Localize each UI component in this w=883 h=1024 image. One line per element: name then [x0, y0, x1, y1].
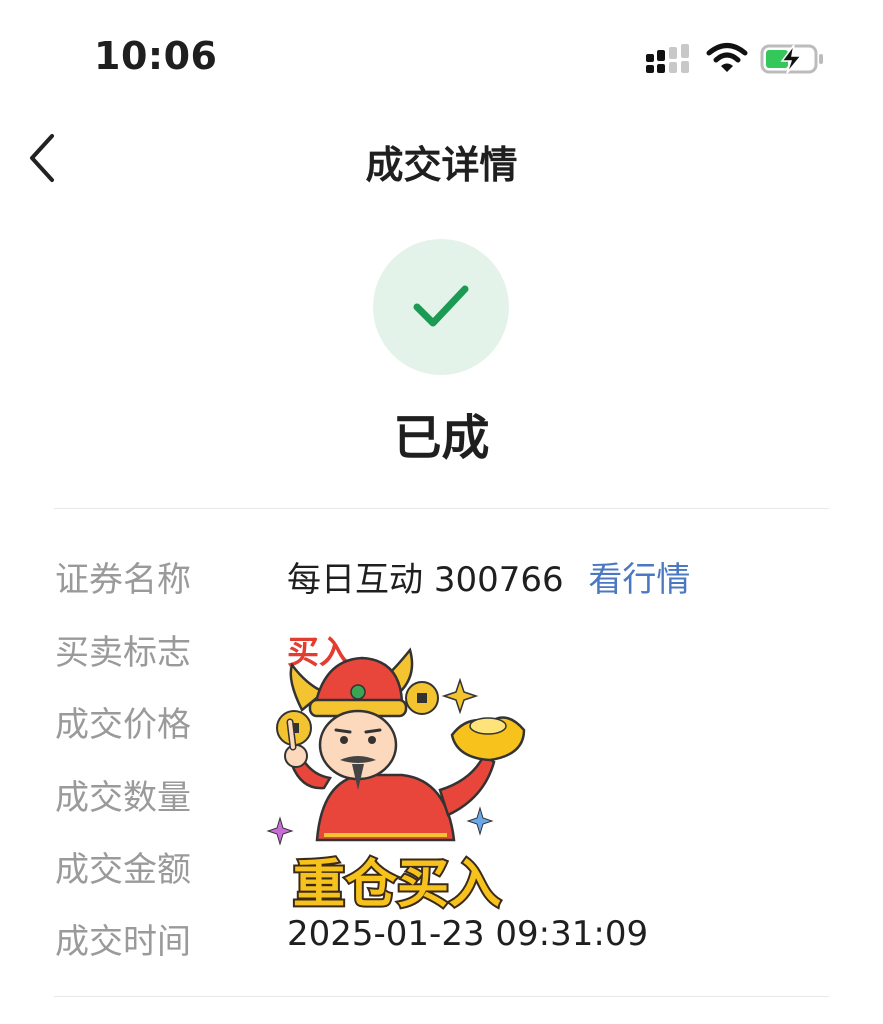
order-status-title: 已成: [393, 410, 490, 466]
amount-label: 成交金额: [55, 850, 191, 890]
sticker-caption: 重仓买入: [293, 855, 501, 915]
god-of-wealth-sticker: 重仓买入: [266, 647, 526, 915]
side-label: 买卖标志: [55, 633, 191, 673]
security-code: 300766: [433, 560, 564, 600]
nav-bar: 成交详情: [0, 110, 883, 202]
wifi-icon: [706, 43, 748, 72]
time-value: 2025-01-23 09:31:09: [287, 914, 649, 954]
security-name-value: 每日互动 300766 看行情: [287, 552, 690, 601]
divider-top: [54, 508, 829, 509]
time-label: 成交时间: [55, 922, 191, 962]
view-quote-link[interactable]: 看行情: [588, 560, 690, 600]
checkmark-icon: [413, 285, 469, 327]
page-title: 成交详情: [365, 143, 518, 187]
success-badge: [373, 239, 509, 375]
status-bar: 10:06: [0, 0, 883, 110]
security-name-label: 证券名称: [55, 560, 191, 600]
security-name: 每日互动: [287, 560, 423, 600]
status-time: 10:06: [94, 34, 218, 78]
quantity-label: 成交数量: [55, 778, 191, 818]
price-label: 成交价格: [55, 705, 191, 745]
battery-charging-icon: [760, 44, 823, 74]
cellular-signal-icon: [646, 44, 689, 73]
divider-bottom: [54, 996, 829, 997]
